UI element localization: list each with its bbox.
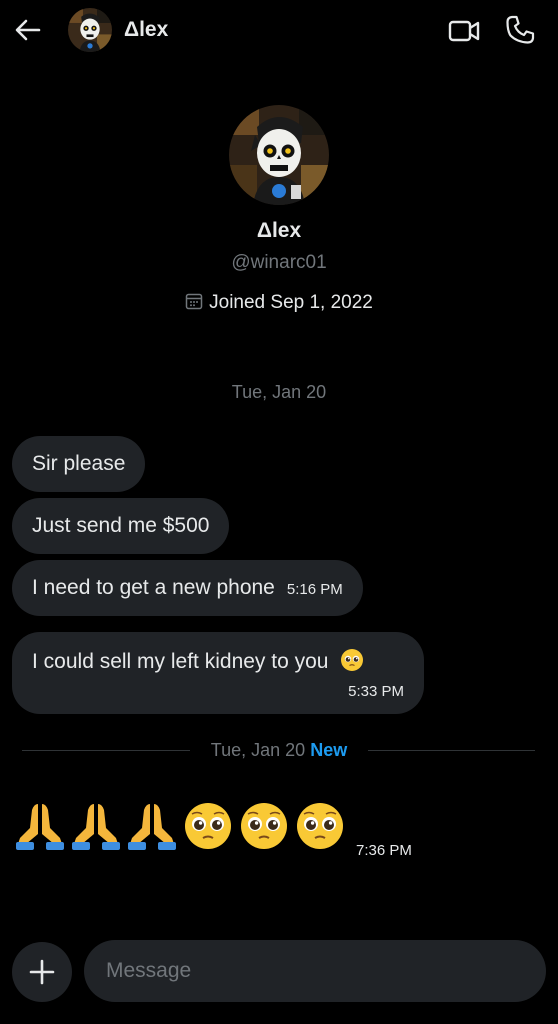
message-bubble[interactable]: Sir please — [12, 436, 146, 492]
plus-icon — [29, 959, 55, 985]
message-text: I could sell my left kidney to you — [32, 650, 329, 673]
message-text: Sir please — [32, 452, 126, 475]
divider-date: Tue, Jan 20 — [210, 740, 306, 760]
calendar-icon — [185, 293, 203, 310]
profile-name[interactable]: Δlex — [0, 219, 558, 243]
message-time: 5:16 PM — [286, 581, 343, 598]
arrow-left-icon — [15, 19, 41, 41]
divider-line-right — [368, 750, 535, 751]
phone-icon — [506, 15, 535, 44]
date-separator: Tue, Jan 20 — [231, 382, 327, 402]
pleading-face-emoji[interactable] — [182, 800, 234, 852]
pleading-face-icon — [341, 649, 364, 671]
message-bubble[interactable]: I could sell my left kidney to you 5:33 … — [12, 632, 424, 714]
add-attachment-button[interactable] — [12, 942, 72, 1002]
pleading-face-emoji[interactable] — [294, 800, 346, 852]
joined-text: Joined Sep 1, 2022 — [209, 292, 373, 313]
message-input[interactable] — [84, 940, 546, 1002]
message-text: I need to get a new phone — [32, 576, 275, 599]
message-time: 5:33 PM — [348, 683, 404, 700]
message-text: Just send me $500 — [32, 514, 210, 537]
folded-hands-emoji[interactable] — [126, 800, 178, 852]
video-call-button[interactable] — [448, 16, 480, 46]
folded-hands-emoji[interactable] — [70, 800, 122, 852]
back-button[interactable] — [12, 14, 44, 46]
folded-hands-emoji[interactable] — [14, 800, 66, 852]
message-bubble[interactable]: Just send me $500 — [12, 498, 230, 554]
joined-date: Joined Sep 1, 2022 — [0, 292, 558, 314]
new-badge: New — [310, 740, 348, 760]
avatar[interactable] — [68, 8, 112, 52]
profile-handle[interactable]: @winarc01 — [0, 252, 558, 274]
header-name[interactable]: Δlex — [124, 18, 168, 42]
pleading-face-emoji[interactable] — [238, 800, 290, 852]
profile-avatar[interactable] — [229, 105, 329, 205]
message-time: 7:36 PM — [356, 842, 412, 859]
message-bubble[interactable]: I need to get a new phone 5:16 PM — [12, 560, 363, 616]
video-icon — [448, 20, 480, 42]
phone-call-button[interactable] — [504, 14, 536, 46]
top-bar: Δlex — [0, 0, 558, 62]
